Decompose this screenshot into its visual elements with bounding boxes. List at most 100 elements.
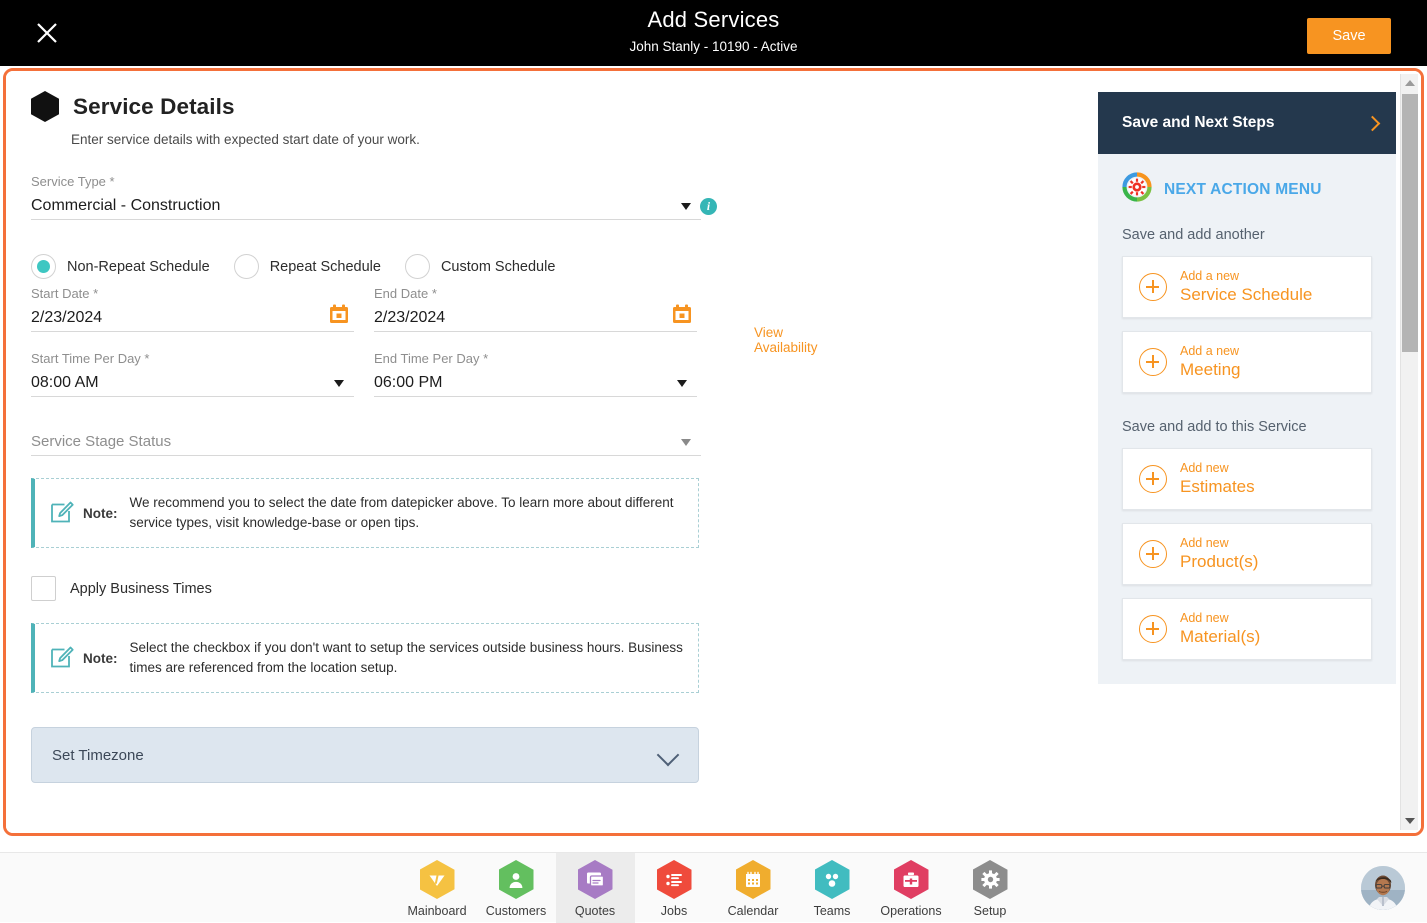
nav-item-teams[interactable]: Teams (793, 853, 872, 923)
radio-non-repeat-schedule[interactable]: Non-Repeat Schedule (31, 254, 210, 279)
plus-circle-icon (1139, 348, 1167, 376)
next-action-menu-title: NEXT ACTION MENU (1164, 181, 1322, 199)
end-date-value: 2/23/2024 (374, 303, 697, 331)
edit-note-icon (49, 645, 75, 671)
nav-label: Jobs (661, 904, 687, 918)
chevron-down-icon[interactable] (657, 744, 680, 767)
service-stage-status-field[interactable]: Service Stage Status (31, 427, 701, 456)
chevron-down-icon[interactable] (681, 203, 691, 210)
scroll-up-arrow-icon[interactable] (1401, 74, 1419, 92)
plus-circle-icon (1139, 540, 1167, 568)
action-card-subtitle: Add new (1180, 461, 1255, 476)
page-subtitle: John Stanly - 10190 - Active (0, 37, 1427, 57)
nav-item-setup[interactable]: Setup (951, 853, 1030, 923)
avatar[interactable] (1361, 866, 1405, 910)
calendar-icon[interactable] (329, 304, 349, 324)
chevron-down-icon[interactable] (677, 380, 687, 387)
plus-circle-icon (1139, 465, 1167, 493)
action-card-subtitle: Add a new (1180, 344, 1240, 359)
apply-business-times-label: Apply Business Times (70, 581, 212, 597)
page-title: Add Services (0, 6, 1427, 34)
schedule-type-radio-group: Non-Repeat Schedule Repeat Schedule Cust… (31, 254, 711, 279)
nav-item-operations[interactable]: Operations (872, 853, 951, 923)
nav-label: Customers (486, 904, 546, 918)
scrollbar-thumb[interactable] (1402, 94, 1418, 352)
calendar-icon[interactable] (672, 304, 692, 324)
nav-label: Calendar (728, 904, 779, 918)
action-card-service-schedule[interactable]: Add a new Service Schedule (1122, 256, 1372, 318)
jobs-icon (657, 860, 692, 899)
start-time-label: Start Time Per Day * (31, 350, 354, 368)
scroll-down-arrow-icon[interactable] (1401, 812, 1419, 830)
nav-item-customers[interactable]: Customers (477, 853, 556, 923)
panel-title: Save and Next Steps (1122, 114, 1274, 132)
note-label: Note: (83, 651, 118, 666)
action-card-estimates[interactable]: Add new Estimates (1122, 448, 1372, 510)
plus-circle-icon (1139, 273, 1167, 301)
save-button[interactable]: Save (1307, 18, 1391, 54)
action-card-products[interactable]: Add new Product(s) (1122, 523, 1372, 585)
start-time-field[interactable]: Start Time Per Day * 08:00 AM (31, 350, 354, 397)
chevron-right-icon[interactable] (1365, 115, 1381, 131)
operations-icon (894, 860, 929, 899)
service-stage-status-label: Service Stage Status (31, 427, 701, 455)
radio-dot-icon (234, 254, 259, 279)
start-date-label: Start Date * (31, 285, 354, 303)
nav-label: Mainboard (407, 904, 466, 918)
end-time-value: 06:00 PM (374, 368, 697, 396)
radio-dot-icon (31, 254, 56, 279)
group-label-save-and-add-another: Save and add another (1122, 227, 1372, 243)
section-subtitle: Enter service details with expected star… (71, 132, 711, 147)
nav-item-mainboard[interactable]: Mainboard (398, 853, 477, 923)
end-time-field[interactable]: End Time Per Day * 06:00 PM (374, 350, 697, 397)
end-date-field[interactable]: End Date * 2/23/2024 (374, 285, 697, 332)
end-date-label: End Date * (374, 285, 697, 303)
start-date-field[interactable]: Start Date * 2/23/2024 (31, 285, 354, 332)
radio-repeat-schedule[interactable]: Repeat Schedule (234, 254, 381, 279)
nav-label: Operations (880, 904, 941, 918)
view-availability-link[interactable]: View Availability (754, 325, 818, 355)
save-and-next-steps-header[interactable]: Save and Next Steps (1098, 92, 1396, 154)
section-header: Service Details (31, 91, 711, 122)
gear-refresh-icon (1122, 172, 1152, 207)
group-label-save-and-add-to-service: Save and add to this Service (1122, 419, 1372, 435)
chevron-down-icon[interactable] (681, 439, 691, 446)
content-frame: Service Details Enter service details wi… (3, 68, 1424, 836)
customers-icon (499, 860, 534, 899)
chevron-down-icon[interactable] (334, 380, 344, 387)
action-card-meeting[interactable]: Add a new Meeting (1122, 331, 1372, 393)
info-icon[interactable]: i (700, 198, 717, 215)
edit-note-icon (49, 500, 75, 526)
action-card-subtitle: Add a new (1180, 269, 1312, 284)
action-card-subtitle: Add new (1180, 536, 1258, 551)
nav-item-quotes[interactable]: Quotes (556, 853, 635, 923)
radio-label: Repeat Schedule (270, 259, 381, 275)
plus-circle-icon (1139, 615, 1167, 643)
apply-business-times-checkbox[interactable]: Apply Business Times (31, 576, 711, 601)
action-card-materials[interactable]: Add new Material(s) (1122, 598, 1372, 660)
service-details-form: Service Details Enter service details wi… (31, 91, 711, 783)
quotes-icon (578, 860, 613, 899)
bottom-navigation-bar: Mainboard Customers Quotes (0, 852, 1427, 922)
service-type-field[interactable]: Service Type * Commercial - Construction… (31, 173, 701, 220)
radio-label: Custom Schedule (441, 259, 555, 275)
note-text: Select the checkbox if you don't want to… (130, 638, 687, 678)
date-time-grid: Start Date * 2/23/2024 End Date * 2/23/2… (31, 285, 711, 445)
note-box-business-hours: Note: Select the checkbox if you don't w… (31, 623, 699, 693)
section-title: Service Details (73, 94, 235, 120)
teams-icon (815, 860, 850, 899)
next-action-menu-header: NEXT ACTION MENU (1122, 172, 1372, 207)
radio-label: Non-Repeat Schedule (67, 259, 210, 275)
radio-dot-icon (405, 254, 430, 279)
action-card-title: Estimates (1180, 476, 1255, 497)
vertical-scrollbar[interactable] (1400, 74, 1418, 830)
hexagon-icon (31, 91, 59, 122)
nav-item-jobs[interactable]: Jobs (635, 853, 714, 923)
set-timezone-panel[interactable]: Set Timezone (31, 727, 699, 783)
start-date-value: 2/23/2024 (31, 303, 354, 331)
nav-item-calendar[interactable]: Calendar (714, 853, 793, 923)
radio-custom-schedule[interactable]: Custom Schedule (405, 254, 555, 279)
note-box-datepicker: Note: We recommend you to select the dat… (31, 478, 699, 548)
setup-icon (973, 860, 1008, 899)
nav-label: Setup (974, 904, 1007, 918)
